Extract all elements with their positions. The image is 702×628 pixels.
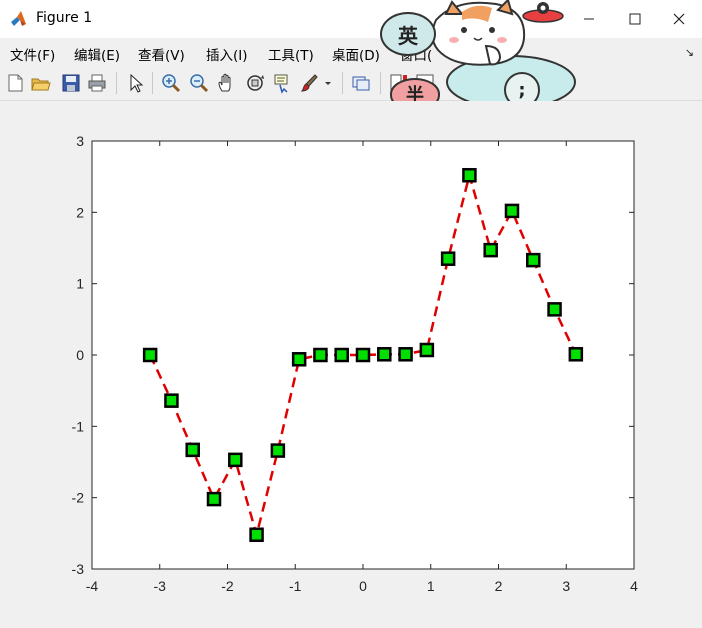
data-cursor-icon[interactable] xyxy=(272,72,294,94)
data-point[interactable] xyxy=(504,203,520,219)
y-tick-label: 2 xyxy=(76,204,84,220)
data-point[interactable] xyxy=(355,347,371,363)
data-point[interactable] xyxy=(440,251,456,266)
matlab-logo-icon xyxy=(10,10,28,28)
toolbar-separator xyxy=(116,72,117,94)
data-point[interactable] xyxy=(270,443,286,458)
title-bar: Figure 1 xyxy=(0,0,702,38)
line-chart[interactable]: -4 -3 -2 -1 0 1 2 3 4-3-2-10123 xyxy=(0,101,702,628)
x-tick-label: -1 xyxy=(289,578,302,594)
zoom-out-icon[interactable] xyxy=(188,72,210,94)
y-tick-label: -1 xyxy=(72,418,85,434)
close-button[interactable] xyxy=(656,0,702,38)
figure-area: -4 -3 -2 -1 0 1 2 3 4 -3 -2 -1 0 1 2 3 xyxy=(0,101,702,628)
x-tick-label: -4 xyxy=(86,578,99,594)
toolbar-separator xyxy=(152,72,153,94)
brush-icon[interactable] xyxy=(298,72,320,94)
badge-top-label: 英 xyxy=(398,23,418,48)
menu-tools[interactable]: 工具(T) xyxy=(268,44,314,64)
y-tick-label: -3 xyxy=(72,561,85,577)
zoom-in-icon[interactable] xyxy=(160,72,182,94)
x-tick-label: -2 xyxy=(221,578,234,594)
pointer-icon[interactable] xyxy=(124,72,146,94)
badge-top: 英 xyxy=(380,12,436,56)
toolbar-separator xyxy=(342,72,343,94)
x-tick-label: -3 xyxy=(154,578,167,594)
pan-icon[interactable] xyxy=(216,72,238,94)
data-point[interactable] xyxy=(419,342,435,358)
data-point[interactable] xyxy=(249,527,264,543)
brush-dropdown-icon[interactable] xyxy=(322,72,334,94)
window-title: Figure 1 xyxy=(36,10,93,26)
maximize-button[interactable] xyxy=(612,0,658,38)
data-point[interactable] xyxy=(334,347,349,363)
x-tick-label: 4 xyxy=(630,578,638,594)
data-point[interactable] xyxy=(313,347,328,363)
data-point[interactable] xyxy=(547,302,562,317)
gear-badge-icon xyxy=(520,0,566,24)
data-point[interactable] xyxy=(377,347,392,362)
data-point[interactable] xyxy=(206,491,222,507)
data-point[interactable] xyxy=(228,452,243,468)
data-point[interactable] xyxy=(568,347,584,362)
maximize-icon xyxy=(629,10,641,29)
data-point[interactable] xyxy=(185,442,200,458)
menu-insert[interactable]: 插入(I) xyxy=(206,44,248,64)
x-tick-label: 0 xyxy=(359,578,367,594)
data-point[interactable] xyxy=(462,167,477,183)
menu-view[interactable]: 查看(V) xyxy=(138,44,185,64)
open-icon[interactable] xyxy=(30,72,52,94)
y-tick-label: -2 xyxy=(72,490,85,506)
badge-right-label: ; xyxy=(518,79,526,101)
new-figure-icon[interactable] xyxy=(4,72,26,94)
data-point[interactable] xyxy=(398,347,413,362)
x-tick-label: 3 xyxy=(562,578,570,594)
toolbar xyxy=(0,66,702,101)
menu-bar: 文件(F) 编辑(E) 查看(V) 插入(I) 工具(T) 桌面(D) 窗口( … xyxy=(0,38,702,66)
save-icon[interactable] xyxy=(60,72,82,94)
menu-file[interactable]: 文件(F) xyxy=(10,44,55,64)
x-tick-label: 2 xyxy=(495,578,503,594)
data-point[interactable] xyxy=(526,252,541,268)
x-tick-label: 1 xyxy=(427,578,435,594)
link-icon[interactable] xyxy=(350,72,372,94)
menu-desktop[interactable]: 桌面(D) xyxy=(332,44,380,64)
rotate-3d-icon[interactable] xyxy=(244,72,266,94)
data-point[interactable] xyxy=(142,347,158,363)
data-point[interactable] xyxy=(164,393,179,408)
data-point[interactable] xyxy=(291,352,307,367)
y-tick-label: 1 xyxy=(76,276,84,292)
menu-dock-arrow-icon[interactable]: ↘ xyxy=(685,46,694,59)
y-tick-label: 3 xyxy=(76,133,84,149)
data-point[interactable] xyxy=(483,242,498,258)
menu-edit[interactable]: 编辑(E) xyxy=(74,44,120,64)
close-icon xyxy=(673,10,685,29)
y-tick-label: 0 xyxy=(76,347,84,363)
print-icon[interactable] xyxy=(86,72,108,94)
minimize-icon xyxy=(583,10,595,29)
